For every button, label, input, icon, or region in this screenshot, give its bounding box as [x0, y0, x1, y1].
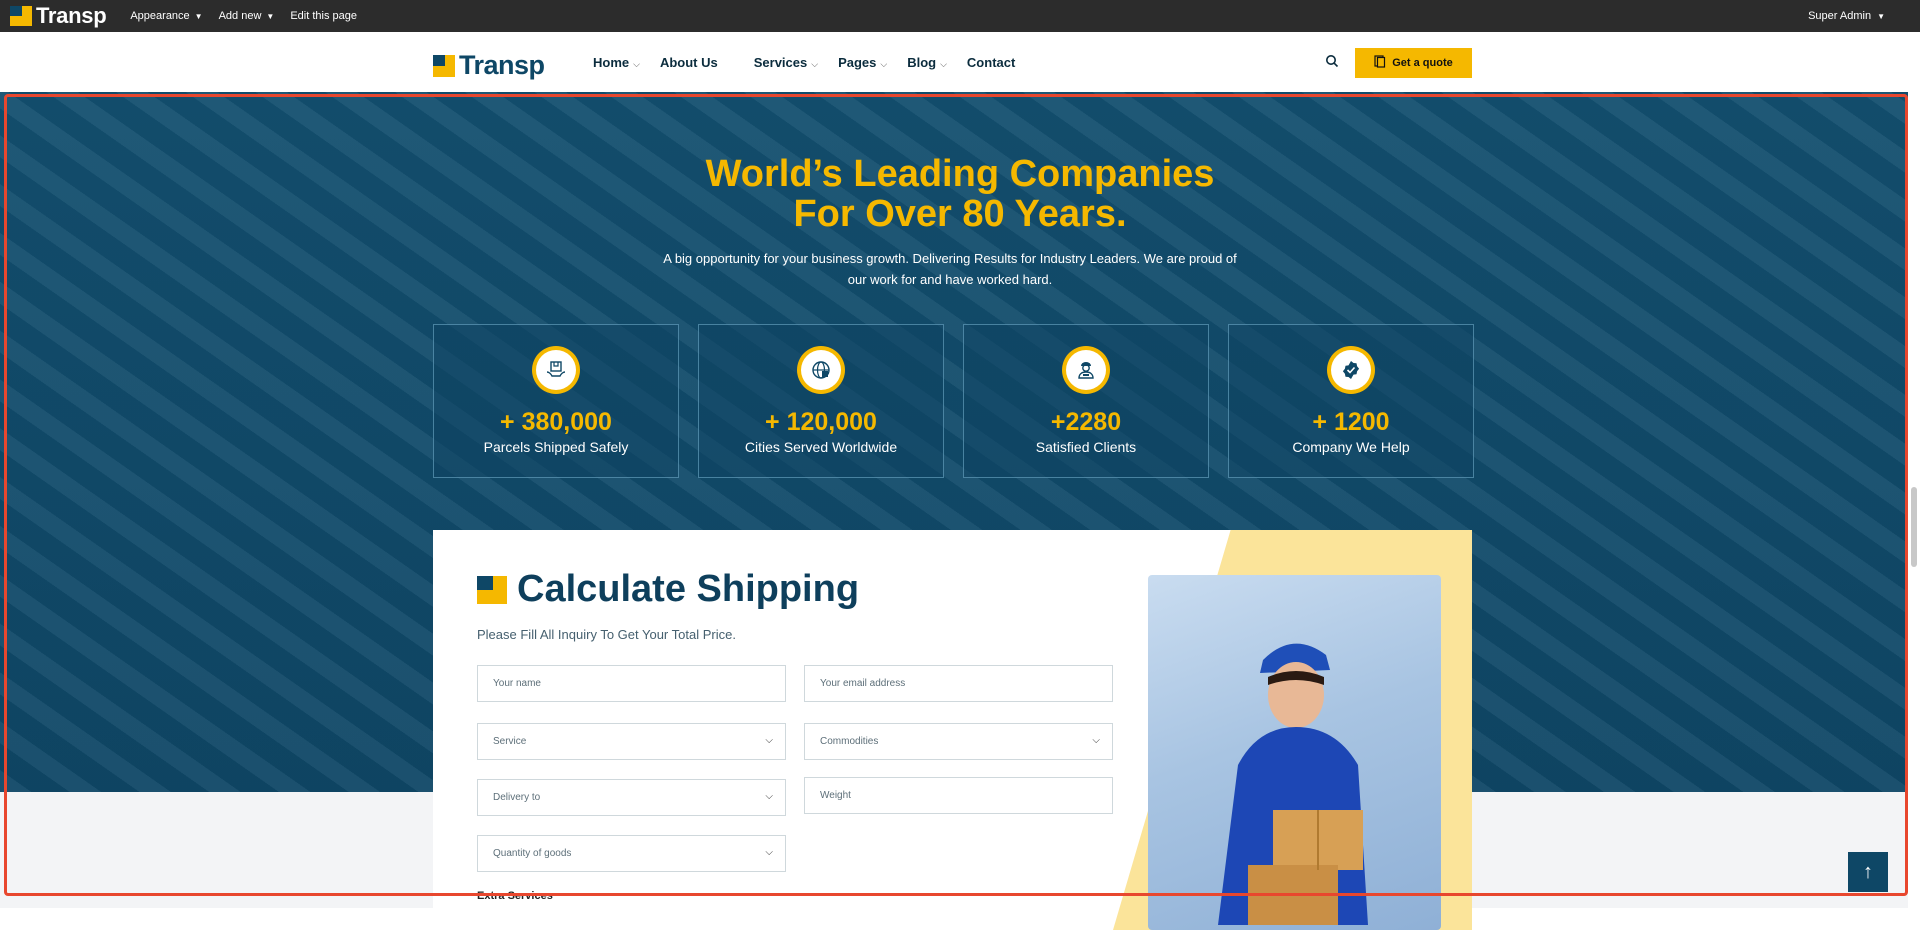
admin-user-menu[interactable]: Super Admin ▼	[1808, 10, 1885, 22]
courier-illustration	[1218, 643, 1368, 925]
search-icon[interactable]	[1325, 54, 1341, 70]
caret-down-icon: ▼	[194, 11, 203, 21]
admin-menu: Appearance ▼ Add new ▼ Edit this page	[130, 10, 357, 22]
chevron-down-icon: ⌵	[880, 59, 888, 69]
admin-menu-add-new[interactable]: Add new ▼	[219, 10, 275, 22]
stat-card: + 380,000 Parcels Shipped Safely	[433, 324, 679, 478]
admin-menu-appearance[interactable]: Appearance ▼	[130, 10, 202, 22]
admin-logo[interactable]: Transp	[10, 0, 107, 32]
name-input[interactable]: Your name	[477, 665, 786, 702]
chevron-down-icon: ⌵	[1092, 735, 1100, 746]
site-logo[interactable]: Transp	[433, 50, 545, 81]
courier-photo	[1148, 575, 1441, 930]
calculate-shipping-heading: Calculate Shipping	[477, 568, 859, 611]
stat-card: +2280 Satisfied Clients	[963, 324, 1209, 478]
parcel-hands-icon	[536, 350, 576, 390]
stat-card: + 1200 Company We Help	[1228, 324, 1474, 478]
admin-bar: Transp Appearance ▼ Add new ▼ Edit this pa…	[0, 0, 1920, 32]
stat-value: +2280	[1050, 408, 1122, 436]
calculate-shipping-subtitle: Please Fill All Inquiry To Get Your Tota…	[477, 627, 736, 642]
email-input[interactable]: Your email address	[804, 665, 1113, 702]
stat-value: + 1200	[1312, 408, 1390, 436]
chevron-down-icon: ⌵	[765, 847, 773, 858]
caret-down-icon: ▼	[266, 11, 275, 21]
page-scrollbar[interactable]	[1908, 92, 1920, 908]
main-nav: Home ⌵ About Us Services ⌵ Pages ⌵ Blog ⌵ Co…	[593, 55, 1035, 70]
stat-label: Parcels Shipped Safely	[483, 439, 629, 455]
stat-icon-ring	[1062, 346, 1110, 394]
logo-icon	[477, 575, 507, 604]
calculate-shipping-card: Calculate Shipping Please Fill All Inqui…	[433, 530, 1472, 930]
chevron-down-icon: ⌵	[765, 735, 773, 746]
service-select[interactable]: Service ⌵	[477, 723, 786, 760]
stat-value: + 380,000	[500, 408, 612, 436]
globe-icon	[801, 350, 841, 390]
stat-icon-ring	[797, 346, 845, 394]
admin-logo-text: Transp	[36, 3, 107, 28]
stat-card: + 120,000 Cities Served Worldwide	[698, 324, 944, 478]
nav-item-contact[interactable]: Contact	[967, 55, 1015, 70]
delivery-to-select[interactable]: Delivery to ⌵	[477, 779, 786, 816]
chevron-down-icon: ⌵	[765, 791, 773, 802]
chevron-down-icon: ⌵	[811, 59, 819, 69]
client-icon	[1066, 350, 1106, 390]
chevron-down-icon: ⌵	[633, 59, 640, 69]
hero-title: World’s Leading Companies For Over 80 Ye…	[705, 153, 1215, 235]
scroll-to-top-button[interactable]: ↑	[1848, 852, 1888, 892]
stat-icon-ring	[1327, 346, 1375, 394]
nav-item-about-us[interactable]: About Us	[660, 55, 718, 70]
arrow-up-icon: ↑	[1863, 860, 1873, 883]
nav-item-home[interactable]: Home ⌵	[593, 55, 640, 70]
logo-icon	[433, 54, 455, 77]
weight-input[interactable]: Weight	[804, 777, 1113, 814]
stat-icon-ring	[532, 346, 580, 394]
stat-label: Cities Served Worldwide	[744, 439, 898, 455]
extra-services-label: Extra Services	[477, 890, 553, 902]
stat-label: Company We Help	[1292, 439, 1410, 455]
logo-icon	[10, 6, 32, 26]
stats-row: + 380,000 Parcels Shipped Safely + 120,0…	[433, 324, 1474, 478]
stat-label: Satisfied Clients	[1035, 439, 1137, 455]
site-header: Transp Home ⌵ About Us Services ⌵ Pages ⌵ B…	[0, 32, 1920, 92]
site-logo-text: Transp	[459, 50, 545, 80]
badge-check-icon	[1331, 350, 1371, 390]
admin-menu-edit-page[interactable]: Edit this page	[290, 10, 357, 22]
commodities-select[interactable]: Commodities ⌵	[804, 723, 1113, 760]
nav-item-services[interactable]: Services ⌵	[754, 55, 818, 70]
caret-down-icon: ▼	[1877, 11, 1885, 21]
nav-item-blog[interactable]: Blog ⌵	[907, 55, 947, 70]
hero-subtitle: A big opportunity for your business grow…	[663, 251, 1237, 287]
scrollbar-thumb[interactable]	[1911, 487, 1917, 567]
quantity-select[interactable]: Quantity of goods ⌵	[477, 835, 786, 872]
get-quote-button[interactable]: Get a quote	[1355, 48, 1472, 78]
chevron-down-icon: ⌵	[940, 59, 947, 69]
nav-item-pages[interactable]: Pages ⌵	[838, 55, 887, 70]
admin-user-name: Super Admin	[1808, 10, 1872, 22]
stat-value: + 120,000	[765, 408, 877, 436]
document-icon	[1374, 55, 1386, 71]
